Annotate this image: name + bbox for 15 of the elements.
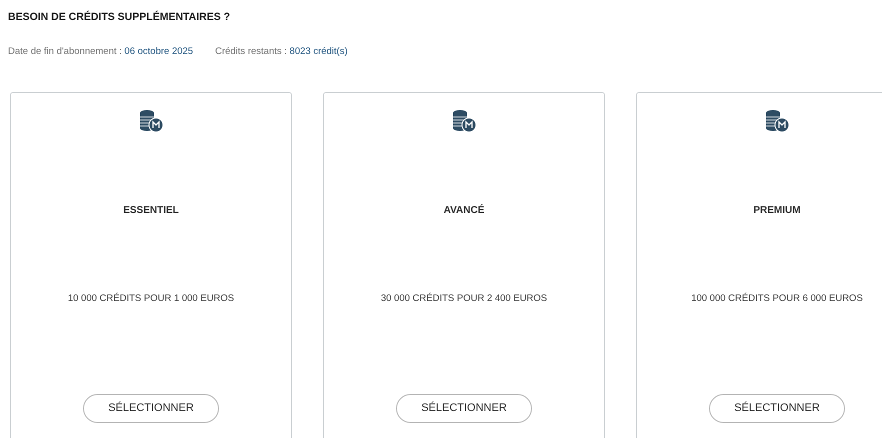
select-button[interactable]: SÉLECTIONNER: [709, 394, 845, 423]
coins-icon: [764, 109, 790, 133]
plan-name: ESSENTIEL: [123, 204, 179, 218]
plan-name: AVANCÉ: [444, 203, 484, 218]
plan-offer: 30 000 CRÉDITS POUR 2 400 EUROS: [380, 292, 548, 306]
section-heading: BESOIN DE CRÉDITS SUPPLÉMENTAIRES ?: [8, 10, 232, 25]
plan-name: PREMIUM: [753, 204, 801, 218]
plan-offer: 100 000 CRÉDITS POUR 6 000 EUROS: [691, 292, 863, 306]
plan-offer: 10 000 CRÉDITS POUR 1 000 EUROS: [68, 292, 234, 306]
coins-icon: [451, 109, 477, 133]
info-text: Crédits restants : 8023 crédit(s): [215, 44, 348, 59]
select-button[interactable]: SÉLECTIONNER: [396, 394, 532, 423]
select-button[interactable]: SÉLECTIONNER: [83, 394, 219, 423]
coins-icon: [138, 109, 164, 133]
info-text: Date de fin d'abonnement : 06 octobre 2025: [8, 44, 194, 59]
